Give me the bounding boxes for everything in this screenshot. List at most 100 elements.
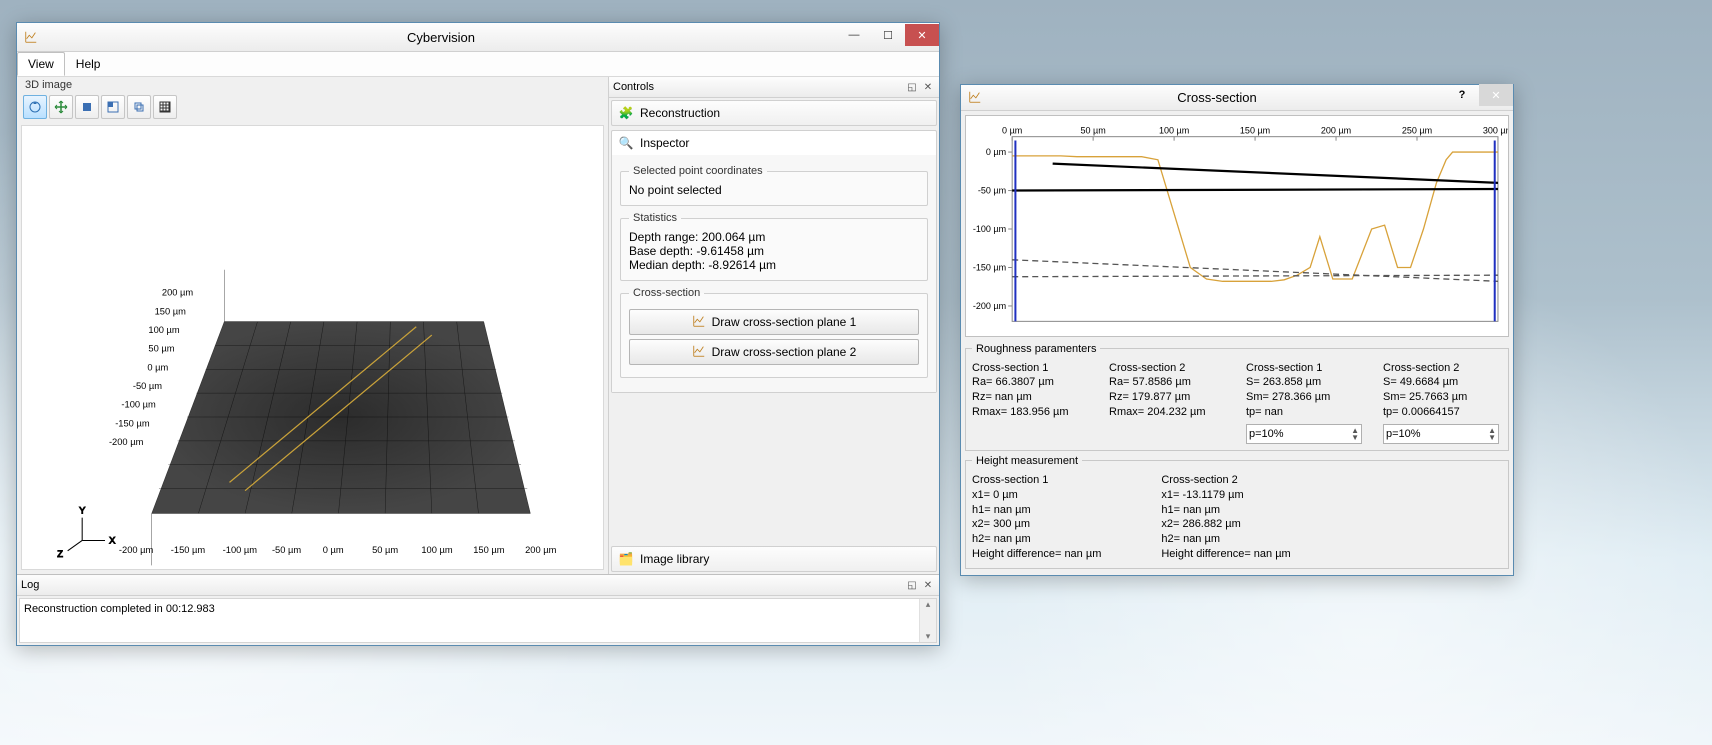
svg-text:-200 µm: -200 µm bbox=[973, 301, 1006, 311]
close-button[interactable]: ✕ bbox=[1479, 84, 1513, 106]
draw-plane-1-label: Draw cross-section plane 1 bbox=[712, 315, 857, 329]
dock-close-icon[interactable]: ✕ bbox=[921, 578, 935, 592]
log-dock: Log ◱ ✕ Reconstruction completed in 00:1… bbox=[17, 574, 939, 645]
svg-text:-100 µm: -100 µm bbox=[973, 224, 1006, 234]
svg-text:-50 µm: -50 µm bbox=[272, 545, 301, 555]
3d-image-pane: 3D image bbox=[17, 77, 609, 574]
svg-text:-100 µm: -100 µm bbox=[223, 545, 258, 555]
accordion-reconstruction[interactable]: 🧩 Reconstruction bbox=[611, 100, 937, 126]
svg-text:50 µm: 50 µm bbox=[148, 344, 174, 354]
controls-dock: Controls ◱ ✕ 🧩 Reconstruction 🔍 I bbox=[609, 77, 939, 574]
h-c2-title: Cross-section 2 bbox=[1161, 473, 1290, 488]
reconstruction-icon: 🧩 bbox=[618, 105, 634, 121]
r-c2a-rmax: Rmax= 204.232 µm bbox=[1109, 405, 1228, 420]
log-scrollbar[interactable] bbox=[919, 599, 936, 642]
svg-text:0 µm: 0 µm bbox=[986, 147, 1006, 157]
tool-pan-button[interactable] bbox=[49, 95, 73, 119]
controls-header[interactable]: Controls ◱ ✕ bbox=[609, 77, 939, 98]
menu-view[interactable]: View bbox=[17, 52, 65, 76]
accordion-image-library[interactable]: 🗂️ Image library bbox=[611, 546, 937, 572]
dock-close-icon[interactable]: ✕ bbox=[921, 80, 935, 94]
inspector-header[interactable]: 🔍 Inspector bbox=[612, 131, 936, 155]
r-c1a-rz: Rz= nan µm bbox=[972, 390, 1091, 405]
svg-text:300 µm: 300 µm bbox=[1483, 125, 1508, 135]
h-c2-h2: h2= nan µm bbox=[1161, 532, 1290, 547]
spinner-icon[interactable]: ▲▼ bbox=[1488, 427, 1496, 441]
main-title: Cybervision bbox=[45, 30, 837, 45]
statistics-legend: Statistics bbox=[629, 212, 681, 224]
stat-median-depth: Median depth: -8.92614 µm bbox=[629, 258, 919, 272]
svg-text:-50 µm: -50 µm bbox=[133, 381, 162, 391]
close-button[interactable]: ✕ bbox=[905, 24, 939, 46]
dock-float-icon[interactable]: ◱ bbox=[905, 80, 919, 94]
p2-spinbox[interactable]: p=10% ▲▼ bbox=[1383, 424, 1499, 444]
log-title: Log bbox=[21, 579, 39, 591]
svg-text:250 µm: 250 µm bbox=[1402, 125, 1432, 135]
h-c2-x2: x2= 286.882 µm bbox=[1161, 517, 1290, 532]
r-c1b-tp: tp= nan bbox=[1246, 405, 1365, 420]
log-body[interactable]: Reconstruction completed in 00:12.983 bbox=[19, 598, 937, 643]
3d-image-title: 3D image bbox=[17, 77, 608, 93]
accordion-inspector: 🔍 Inspector Selected point coordinates N… bbox=[611, 130, 937, 393]
height-legend: Height measurement bbox=[972, 455, 1082, 467]
roughness-legend: Roughness paramenters bbox=[972, 343, 1100, 355]
svg-text:Y: Y bbox=[79, 506, 86, 516]
group-cross-section: Cross-section Draw cross-section plane 1… bbox=[620, 287, 928, 378]
chart-icon bbox=[967, 89, 983, 105]
svg-text:0 µm: 0 µm bbox=[147, 362, 168, 372]
svg-text:Z: Z bbox=[57, 549, 63, 559]
3d-viewport[interactable]: 200 µm150 µm100 µm50 µm0 µm-50 µm-100 µm… bbox=[21, 125, 604, 570]
svg-text:-200 µm: -200 µm bbox=[109, 437, 144, 447]
minimize-button[interactable]: — bbox=[837, 24, 871, 46]
stat-depth-range: Depth range: 200.064 µm bbox=[629, 230, 919, 244]
log-header[interactable]: Log ◱ ✕ bbox=[17, 575, 939, 596]
cross-titlebar[interactable]: Cross-section ? ✕ bbox=[961, 85, 1513, 111]
group-selected-point: Selected point coordinates No point sele… bbox=[620, 165, 928, 206]
log-message: Reconstruction completed in 00:12.983 bbox=[24, 603, 215, 615]
3d-toolbar bbox=[17, 93, 608, 121]
r-c1b-s: S= 263.858 µm bbox=[1246, 375, 1365, 390]
svg-text:50 µm: 50 µm bbox=[372, 545, 398, 555]
r-c1a-rmax: Rmax= 183.956 µm bbox=[972, 405, 1091, 420]
r-c1a-ra: Ra= 66.3807 µm bbox=[972, 375, 1091, 390]
h-c2-h1: h1= nan µm bbox=[1161, 503, 1290, 518]
svg-text:-50 µm: -50 µm bbox=[978, 185, 1006, 195]
menu-help[interactable]: Help bbox=[65, 52, 112, 76]
svg-text:100 µm: 100 µm bbox=[1159, 125, 1189, 135]
spinner-icon[interactable]: ▲▼ bbox=[1351, 427, 1359, 441]
selected-point-value: No point selected bbox=[629, 183, 919, 197]
tool-texture-button[interactable] bbox=[101, 95, 125, 119]
help-button[interactable]: ? bbox=[1445, 84, 1479, 106]
cross-section-window: Cross-section ? ✕ 0 µm50 µm100 µm150 µm2… bbox=[960, 84, 1514, 576]
tool-select-button[interactable] bbox=[75, 95, 99, 119]
cross-section-plot[interactable]: 0 µm50 µm100 µm150 µm200 µm250 µm300 µm0… bbox=[965, 115, 1509, 337]
r-c2b-sm: Sm= 25.7663 µm bbox=[1383, 390, 1502, 405]
reconstruction-label: Reconstruction bbox=[640, 106, 720, 120]
plot-svg: 0 µm50 µm100 µm150 µm200 µm250 µm300 µm0… bbox=[966, 116, 1508, 336]
h-c1-title: Cross-section 1 bbox=[972, 473, 1101, 488]
r-c1b-sm: Sm= 278.366 µm bbox=[1246, 390, 1365, 405]
cross-title: Cross-section bbox=[989, 90, 1445, 105]
svg-text:-150 µm: -150 µm bbox=[973, 262, 1006, 272]
svg-text:-150 µm: -150 µm bbox=[171, 545, 206, 555]
tool-rotate-button[interactable] bbox=[23, 95, 47, 119]
svg-text:-150 µm: -150 µm bbox=[115, 418, 150, 428]
svg-text:150 µm: 150 µm bbox=[155, 306, 187, 316]
tool-grid-button[interactable] bbox=[153, 95, 177, 119]
cross-section-legend: Cross-section bbox=[629, 287, 704, 299]
dock-float-icon[interactable]: ◱ bbox=[905, 578, 919, 592]
main-titlebar[interactable]: Cybervision — ☐ ✕ bbox=[17, 23, 939, 52]
tool-copy-button[interactable] bbox=[127, 95, 151, 119]
selected-point-legend: Selected point coordinates bbox=[629, 165, 767, 177]
maximize-button[interactable]: ☐ bbox=[871, 24, 905, 46]
svg-text:0 µm: 0 µm bbox=[1002, 125, 1022, 135]
draw-plane-2-button[interactable]: Draw cross-section plane 2 bbox=[629, 339, 919, 365]
r-c2b-s: S= 49.6684 µm bbox=[1383, 375, 1502, 390]
draw-plane-1-button[interactable]: Draw cross-section plane 1 bbox=[629, 309, 919, 335]
p1-spinbox[interactable]: p=10% ▲▼ bbox=[1246, 424, 1362, 444]
stat-base-depth: Base depth: -9.61458 µm bbox=[629, 244, 919, 258]
p2-value: p=10% bbox=[1386, 427, 1421, 442]
svg-text:-200 µm: -200 µm bbox=[119, 545, 154, 555]
svg-text:X: X bbox=[109, 536, 116, 546]
app-icon bbox=[23, 29, 39, 45]
